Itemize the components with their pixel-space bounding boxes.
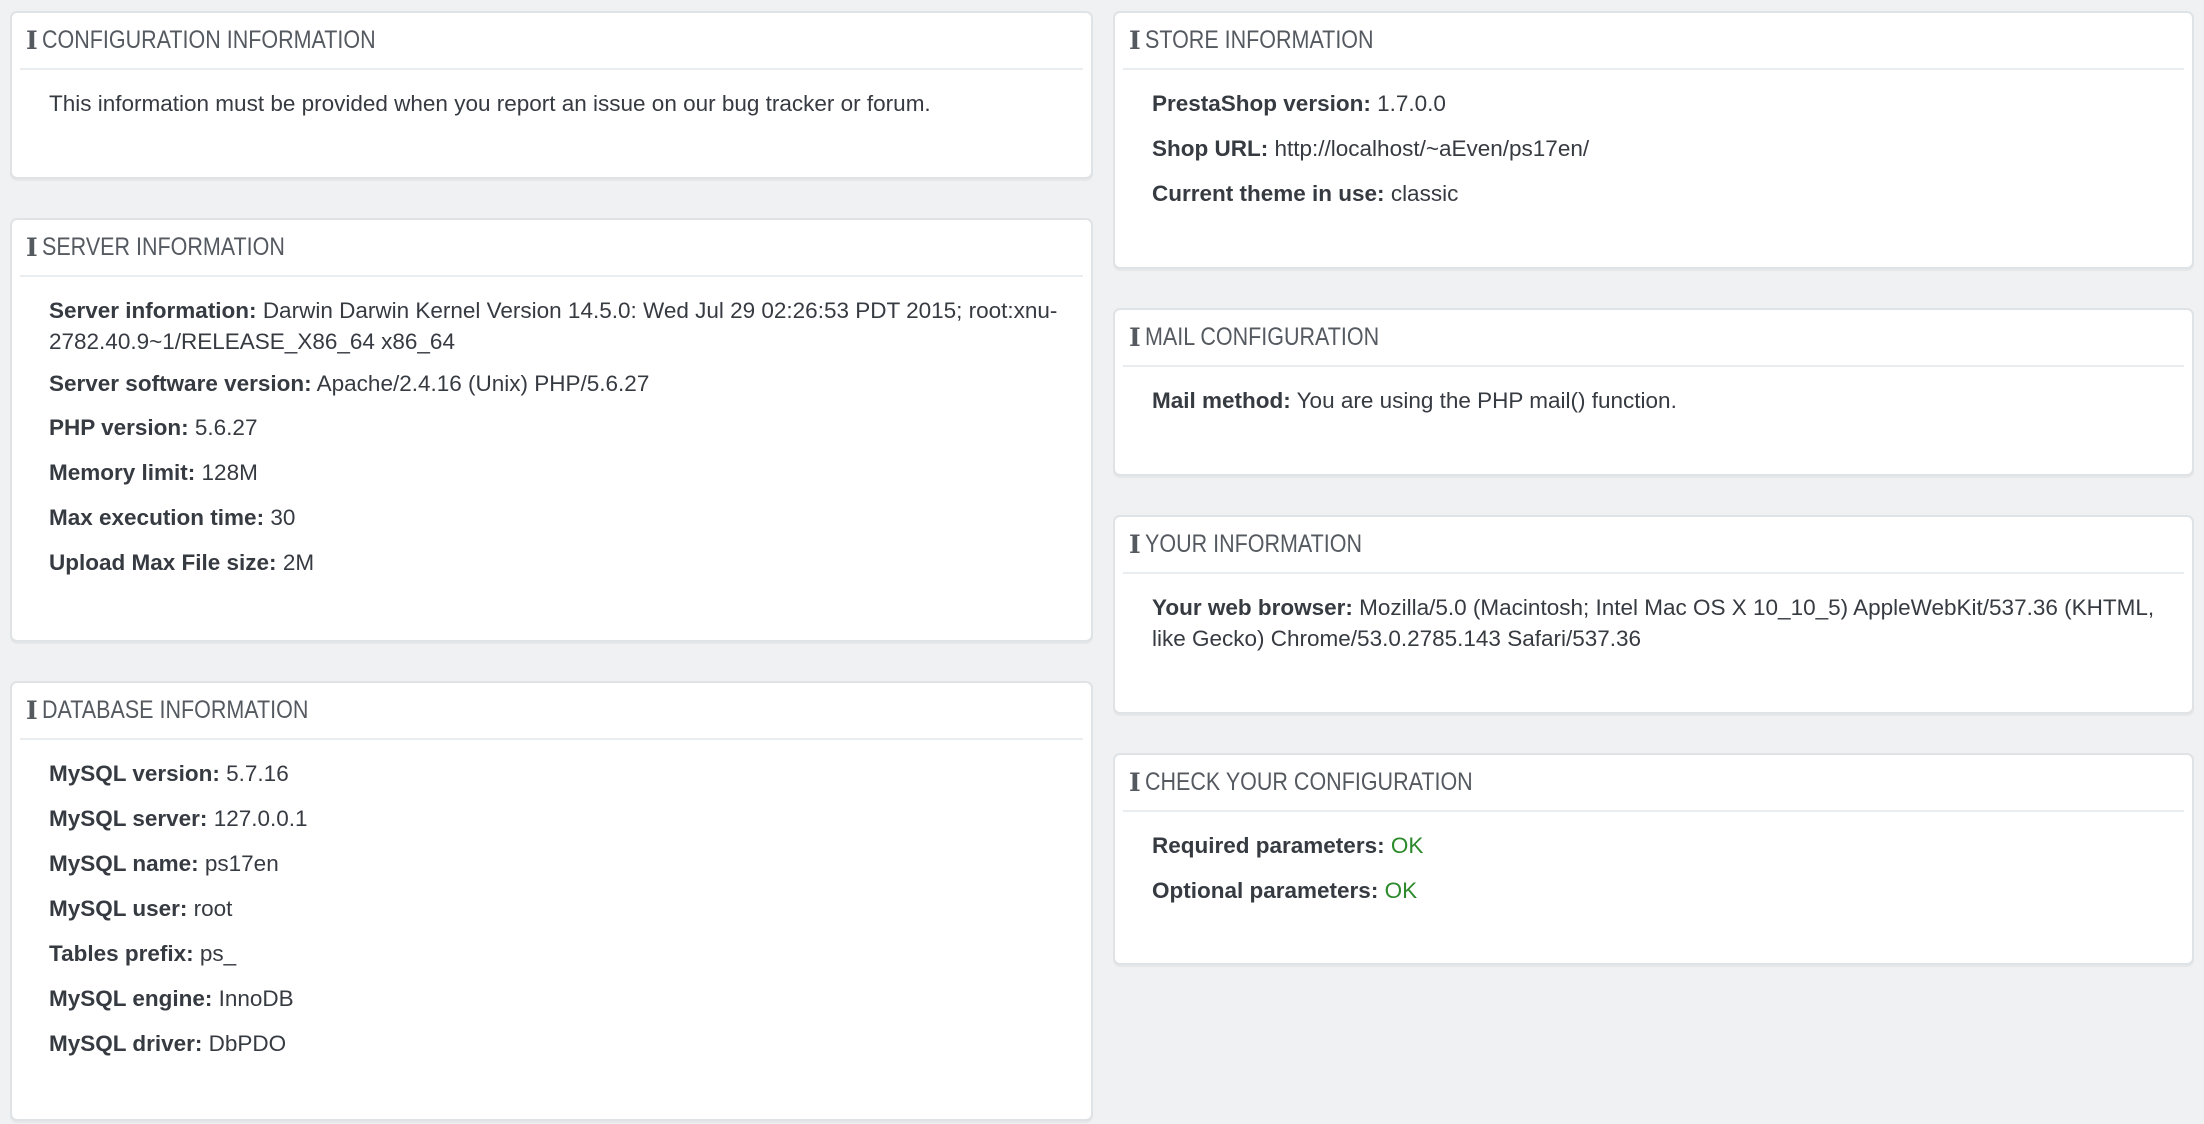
info-icon: i (26, 26, 38, 55)
row-label: MySQL version: (49, 761, 220, 786)
panel-body: This information must be provided when y… (20, 70, 1083, 145)
row-label: PHP version: (49, 415, 189, 440)
mysql-driver-row: MySQL driver: DbPDO (49, 1028, 1067, 1059)
status-ok: OK (1390, 833, 1424, 858)
row-value: 2M (282, 550, 315, 575)
panel-heading: i STORE INFORMATION (1123, 13, 2184, 70)
right-column: i STORE INFORMATION PrestaShop version: … (1113, 11, 2194, 965)
server-information-panel: i SERVER INFORMATION Server information:… (10, 218, 1093, 642)
row-label: Memory limit: (49, 460, 196, 485)
row-label: MySQL user: (49, 896, 188, 921)
current-theme-row: Current theme in use: classic (1152, 178, 2168, 209)
row-label: Required parameters: (1152, 833, 1385, 858)
upload-max-file-size-row: Upload Max File size: 2M (49, 547, 1067, 578)
server-software-row: Server software version: Apache/2.4.16 (… (49, 368, 1067, 399)
info-icon: i (1129, 768, 1141, 797)
panel-title: SERVER INFORMATION (42, 233, 285, 261)
row-value: 5.6.27 (194, 415, 258, 440)
panel-heading: i SERVER INFORMATION (20, 220, 1083, 277)
row-label: Server information: (49, 298, 257, 323)
max-execution-time-row: Max execution time: 30 (49, 502, 1067, 533)
optional-parameters-row: Optional parameters: OK (1152, 875, 2168, 906)
row-label: Tables prefix: (49, 941, 194, 966)
panel-body: MySQL version: 5.7.16 MySQL server: 127.… (20, 740, 1083, 1085)
panel-heading: i CONFIGURATION INFORMATION (20, 13, 1083, 70)
your-information-panel: i YOUR INFORMATION Your web browser: Moz… (1113, 515, 2194, 714)
row-label: Optional parameters: (1152, 878, 1379, 903)
page: i CONFIGURATION INFORMATION This informa… (0, 0, 2204, 1124)
row-label: Current theme in use: (1152, 181, 1385, 206)
row-label: Upload Max File size: (49, 550, 277, 575)
panel-title: DATABASE INFORMATION (42, 696, 309, 724)
row-label: MySQL server: (49, 806, 208, 831)
panel-title: STORE INFORMATION (1145, 26, 1374, 54)
required-parameters-row: Required parameters: OK (1152, 830, 2168, 861)
panel-heading: i YOUR INFORMATION (1123, 517, 2184, 574)
panel-heading: i DATABASE INFORMATION (20, 683, 1083, 740)
info-icon: i (26, 696, 38, 725)
row-value: 128M (201, 460, 258, 485)
mysql-engine-row: MySQL engine: InnoDB (49, 983, 1067, 1014)
prestashop-version-row: PrestaShop version: 1.7.0.0 (1152, 88, 2168, 119)
panel-heading: i MAIL CONFIGURATION (1123, 310, 2184, 367)
row-label: Shop URL: (1152, 136, 1269, 161)
row-value: ps_ (199, 941, 237, 966)
info-icon: i (1129, 530, 1141, 559)
row-label: MySQL driver: (49, 1031, 203, 1056)
database-information-panel: i DATABASE INFORMATION MySQL version: 5.… (10, 681, 1093, 1121)
panel-title: MAIL CONFIGURATION (1145, 323, 1380, 351)
panel-body: Required parameters: OK Optional paramet… (1123, 812, 2184, 932)
mysql-name-row: MySQL name: ps17en (49, 848, 1067, 879)
info-icon: i (1129, 26, 1141, 55)
row-value: http://localhost/~aEven/ps17en/ (1274, 136, 1590, 161)
mail-method-row: Mail method: You are using the PHP mail(… (1152, 385, 2168, 416)
mail-configuration-panel: i MAIL CONFIGURATION Mail method: You ar… (1113, 308, 2194, 476)
row-value: 5.7.16 (226, 761, 289, 786)
row-label: Max execution time: (49, 505, 265, 530)
server-info-row: Server information: Darwin Darwin Kernel… (49, 295, 1067, 357)
row-label: Server software version: (49, 371, 312, 396)
row-label: MySQL engine: (49, 986, 213, 1011)
panel-body: Mail method: You are using the PHP mail(… (1123, 367, 2184, 442)
row-value: 127.0.0.1 (213, 806, 308, 831)
row-value: root (193, 896, 233, 921)
memory-limit-row: Memory limit: 128M (49, 457, 1067, 488)
row-value: 30 (270, 505, 296, 530)
mysql-server-row: MySQL server: 127.0.0.1 (49, 803, 1067, 834)
row-value: Apache/2.4.16 (Unix) PHP/5.6.27 (316, 371, 650, 396)
store-information-panel: i STORE INFORMATION PrestaShop version: … (1113, 11, 2194, 269)
panel-title: CONFIGURATION INFORMATION (42, 26, 376, 54)
row-value: DbPDO (208, 1031, 287, 1056)
config-info-text: This information must be provided when y… (49, 91, 931, 116)
panel-body: Server information: Darwin Darwin Kernel… (20, 277, 1083, 604)
row-label: MySQL name: (49, 851, 199, 876)
row-label: Your web browser: (1152, 595, 1353, 620)
panel-body: PrestaShop version: 1.7.0.0 Shop URL: ht… (1123, 70, 2184, 235)
row-value: You are using the PHP mail() function. (1296, 388, 1677, 413)
row-label: PrestaShop version: (1152, 91, 1371, 116)
panel-title: CHECK YOUR CONFIGURATION (1145, 768, 1473, 796)
row-value: 1.7.0.0 (1377, 91, 1446, 116)
configuration-information-panel: i CONFIGURATION INFORMATION This informa… (10, 11, 1093, 179)
left-column: i CONFIGURATION INFORMATION This informa… (10, 11, 1093, 1121)
info-icon: i (26, 233, 38, 262)
row-label: Mail method: (1152, 388, 1291, 413)
row-value: ps17en (204, 851, 279, 876)
web-browser-row: Your web browser: Mozilla/5.0 (Macintosh… (1152, 592, 2168, 654)
row-value: classic (1390, 181, 1459, 206)
row-value: InnoDB (218, 986, 294, 1011)
check-configuration-panel: i CHECK YOUR CONFIGURATION Required para… (1113, 753, 2194, 965)
tables-prefix-row: Tables prefix: ps_ (49, 938, 1067, 969)
status-ok: OK (1384, 878, 1418, 903)
panel-heading: i CHECK YOUR CONFIGURATION (1123, 755, 2184, 812)
mysql-version-row: MySQL version: 5.7.16 (49, 758, 1067, 789)
info-icon: i (1129, 323, 1141, 352)
panel-title: YOUR INFORMATION (1145, 530, 1362, 558)
php-version-row: PHP version: 5.6.27 (49, 412, 1067, 443)
panel-body: Your web browser: Mozilla/5.0 (Macintosh… (1123, 574, 2184, 680)
shop-url-row: Shop URL: http://localhost/~aEven/ps17en… (1152, 133, 2168, 164)
mysql-user-row: MySQL user: root (49, 893, 1067, 924)
